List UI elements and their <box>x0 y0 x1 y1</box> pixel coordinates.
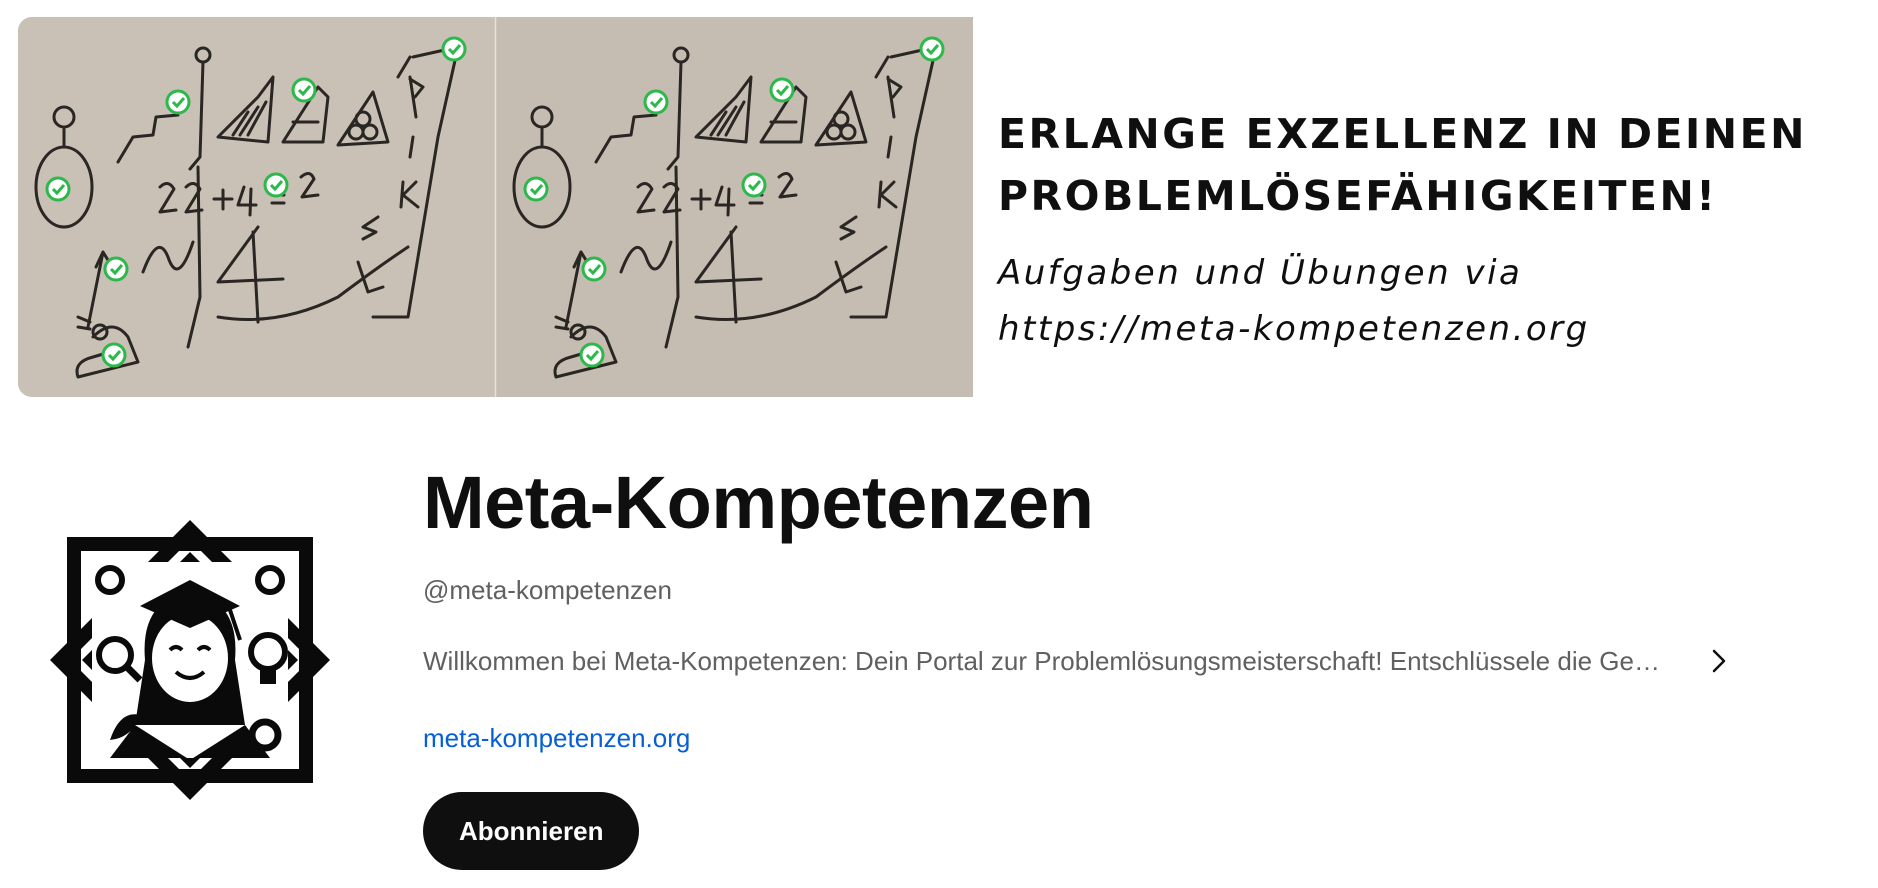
avatar-logo-icon <box>40 510 340 810</box>
banner-photo <box>18 17 973 397</box>
banner-headline: ERLANGE EXZELLENZ IN DEINEN PROBLEMLÖSEF… <box>998 110 1807 220</box>
chevron-right-icon[interactable] <box>1710 644 1736 678</box>
banner-sketch-illustration <box>18 17 973 397</box>
channel-info: Meta-Kompetenzen @meta-kompetenzen Willk… <box>423 458 1823 870</box>
channel-avatar[interactable] <box>40 510 340 810</box>
banner-subtitle-line-2: https://meta-kompetenzen.org <box>998 309 1590 349</box>
channel-link[interactable]: meta-kompetenzen.org <box>423 722 1823 754</box>
channel-description-text[interactable]: Willkommen bei Meta-Kompetenzen: Dein Po… <box>423 644 1668 678</box>
channel-banner: ERLANGE EXZELLENZ IN DEINEN PROBLEMLÖSEF… <box>18 17 1860 397</box>
banner-text: ERLANGE EXZELLENZ IN DEINEN PROBLEMLÖSEF… <box>998 103 1858 357</box>
subscribe-button[interactable]: Abonnieren <box>423 792 640 870</box>
channel-name: Meta-Kompetenzen <box>423 461 1094 544</box>
channel-handle: @meta-kompetenzen <box>423 575 672 605</box>
banner-subtitle: Aufgaben und Übungen via https://meta-ko… <box>998 245 1858 357</box>
banner-subtitle-line-1: Aufgaben und Übungen via <box>998 253 1523 293</box>
channel-description[interactable]: Willkommen bei Meta-Kompetenzen: Dein Po… <box>423 644 1823 678</box>
